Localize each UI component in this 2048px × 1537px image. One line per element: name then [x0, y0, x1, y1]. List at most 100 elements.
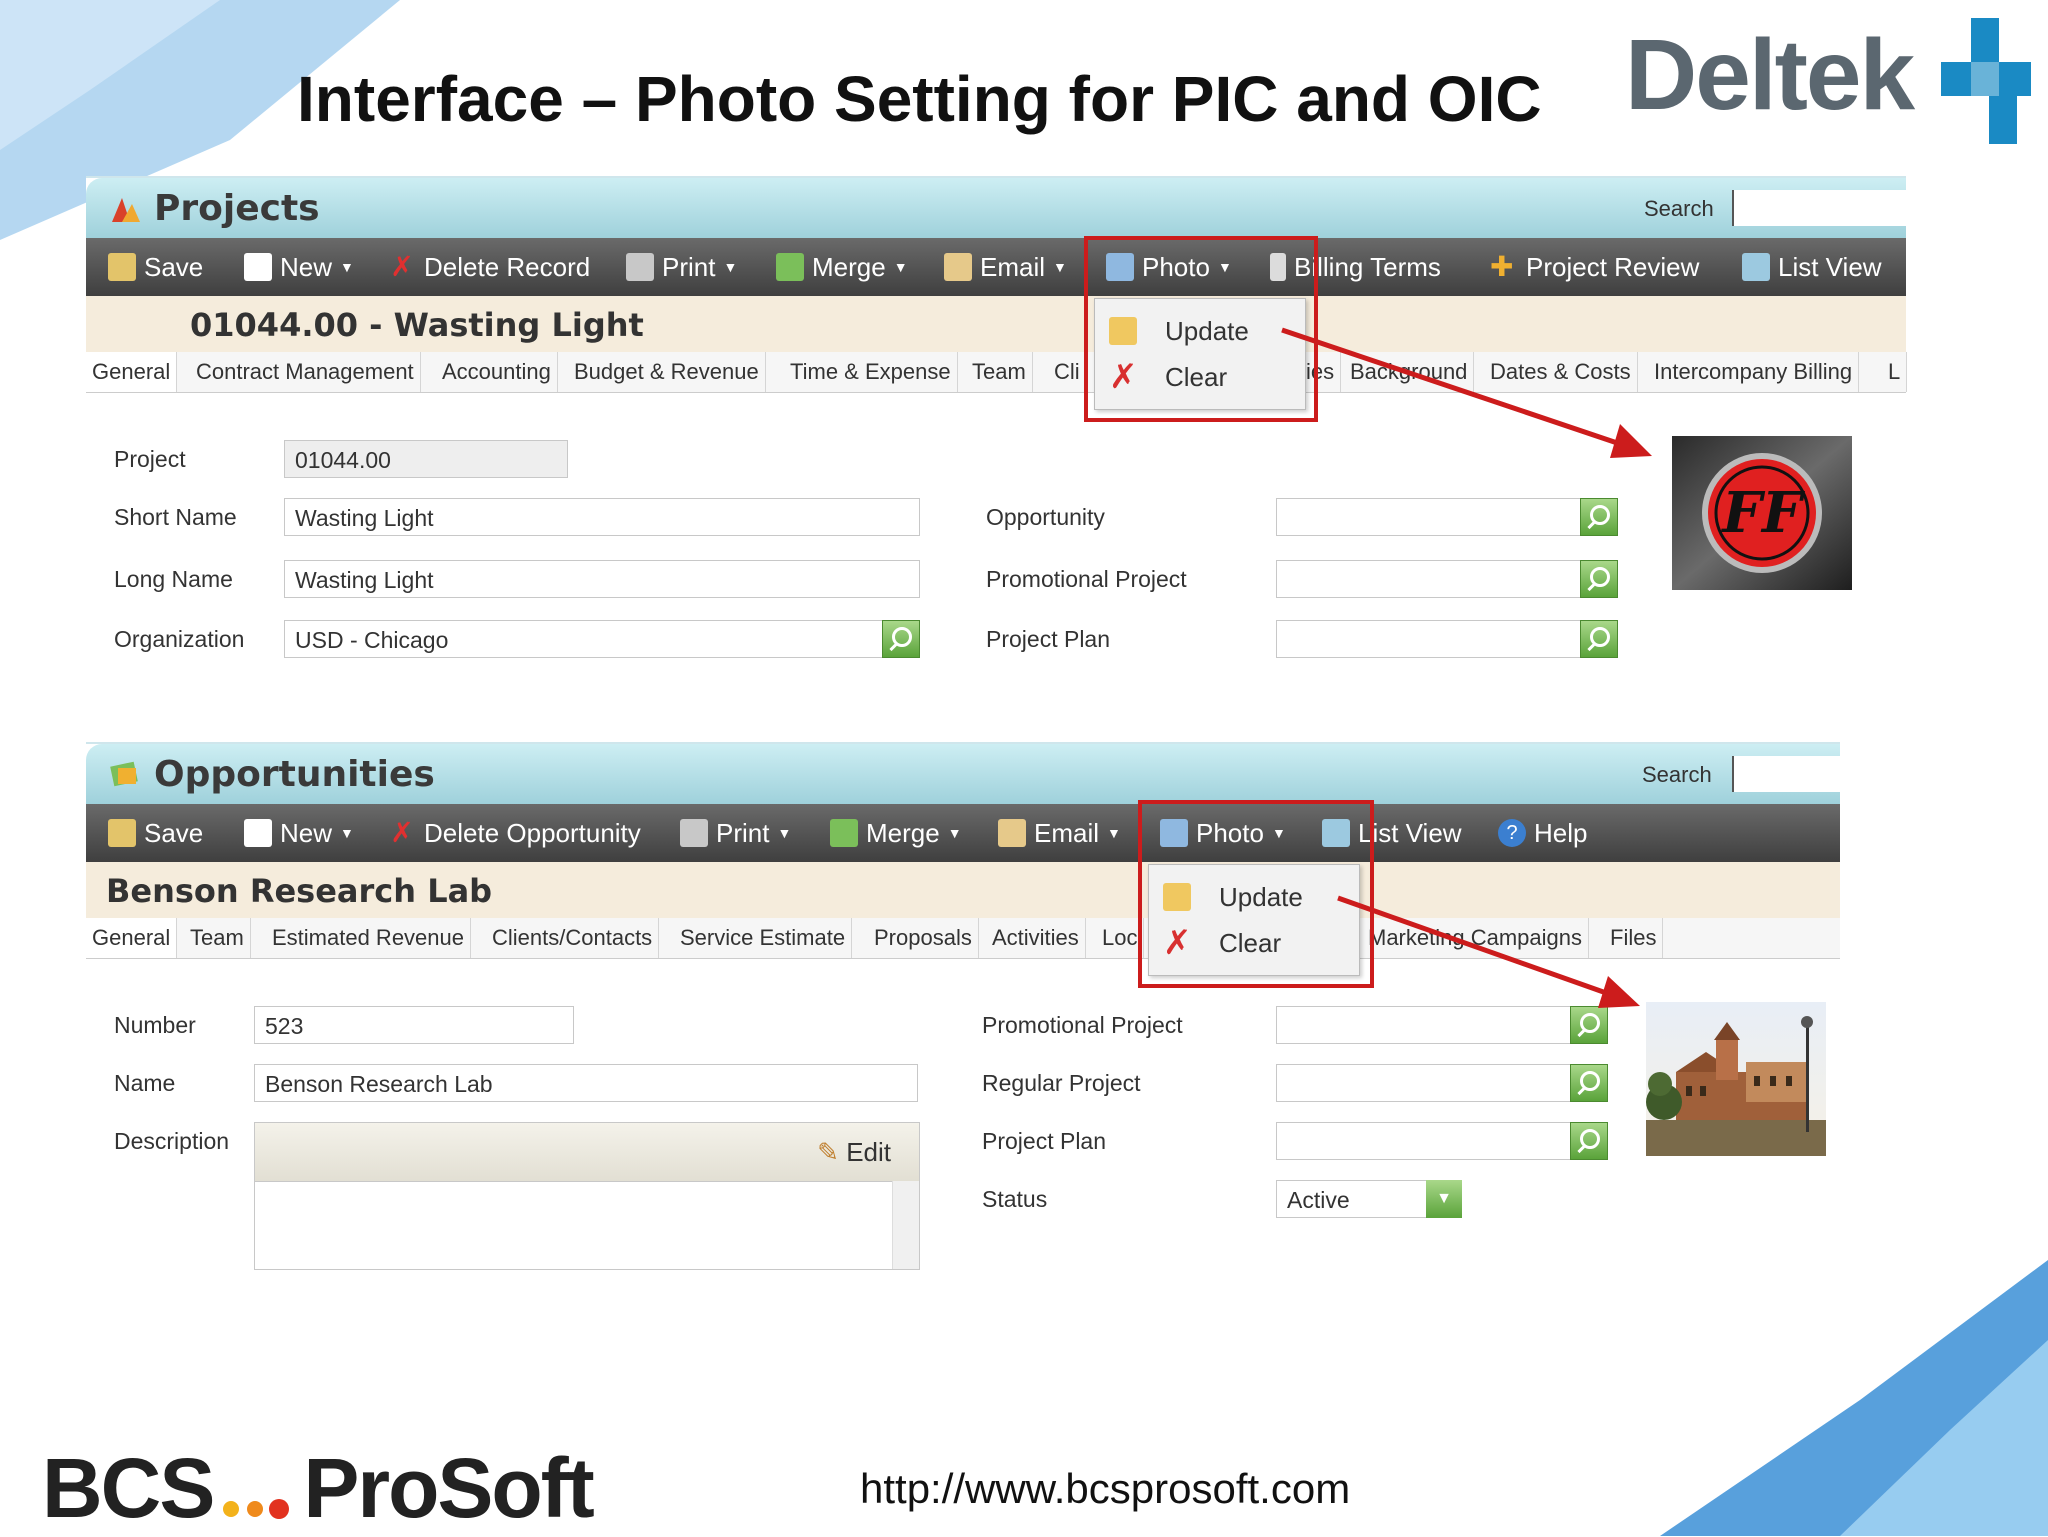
long-name-field[interactable]: Wasting Light	[284, 560, 920, 598]
project-photo: FF	[1672, 436, 1852, 590]
pencil-icon: ✎	[817, 1137, 839, 1167]
organization-label: Organization	[114, 626, 245, 652]
tab-clients-contacts[interactable]: Clients/Contacts	[486, 918, 660, 958]
tab-more[interactable]: L	[1882, 352, 1908, 392]
chevron-down-icon: ▼	[723, 259, 738, 275]
new-button[interactable]: New ▼	[244, 816, 354, 850]
name-field[interactable]: Benson Research Lab	[254, 1064, 918, 1102]
save-icon	[108, 819, 136, 847]
email-icon	[944, 253, 972, 281]
tab-accounting[interactable]: Accounting	[436, 352, 558, 392]
project-plan-label: Project Plan	[982, 1128, 1107, 1154]
review-icon: ✚	[1490, 251, 1514, 282]
email-button[interactable]: Email ▼	[998, 816, 1121, 850]
regular-project-field[interactable]	[1276, 1064, 1572, 1102]
project-field[interactable]: 01044.00	[284, 440, 568, 478]
record-title: 01044.00 - Wasting Light	[190, 306, 644, 344]
tab-team[interactable]: Team	[966, 352, 1033, 392]
merge-button[interactable]: Merge ▼	[830, 816, 962, 850]
help-button[interactable]: ? Help	[1498, 816, 1587, 850]
tab-estimated-revenue[interactable]: Estimated Revenue	[266, 918, 471, 958]
tab-team[interactable]: Team	[184, 918, 251, 958]
tab-budget-revenue[interactable]: Budget & Revenue	[568, 352, 766, 392]
tab-proposals[interactable]: Proposals	[868, 918, 979, 958]
new-document-icon	[244, 253, 272, 281]
opportunities-icon	[110, 761, 138, 787]
organization-field[interactable]: USD - Chicago	[284, 620, 884, 658]
deltek-logo: Deltek	[1625, 18, 2031, 148]
description-toolbar: ✎ Edit	[255, 1123, 919, 1182]
project-plan-field[interactable]	[1276, 1122, 1572, 1160]
merge-icon	[830, 819, 858, 847]
tab-contract-management[interactable]: Contract Management	[190, 352, 421, 392]
tab-clients[interactable]: Cli	[1048, 352, 1087, 392]
logo-dots-icon	[213, 1487, 303, 1519]
delete-opportunity-button[interactable]: ✗ Delete Opportunity	[388, 816, 641, 850]
delete-record-button[interactable]: ✗ Delete Record	[388, 250, 590, 284]
chevron-down-icon: ▼	[893, 259, 908, 275]
promotional-project-field[interactable]	[1276, 560, 1582, 598]
status-dropdown-button[interactable]: ▼	[1426, 1180, 1462, 1218]
project-plan-label: Project Plan	[986, 626, 1111, 652]
record-title: Benson Research Lab	[106, 872, 493, 910]
delete-icon: ✗	[390, 817, 414, 848]
print-icon	[680, 819, 708, 847]
chevron-down-icon: ▼	[340, 825, 354, 841]
tab-time-expense[interactable]: Time & Expense	[784, 352, 958, 392]
bcs-prosoft-logo: BCS ProSoft	[42, 1440, 595, 1537]
projects-icon	[112, 198, 140, 222]
opportunity-field[interactable]	[1276, 498, 1582, 536]
slide-title: Interface – Photo Setting for PIC and OI…	[297, 63, 1542, 135]
short-name-field[interactable]: Wasting Light	[284, 498, 920, 536]
merge-icon	[776, 253, 804, 281]
project-label: Project	[114, 446, 186, 472]
print-button[interactable]: Print ▼	[626, 250, 737, 284]
bcs-logo-text-a: BCS	[42, 1441, 215, 1535]
description-scrollbar[interactable]	[892, 1181, 919, 1269]
edit-button[interactable]: ✎ Edit	[817, 1137, 891, 1168]
opportunity-photo	[1646, 1002, 1826, 1156]
number-field[interactable]: 523	[254, 1006, 574, 1044]
corner-decoration-bottom-right	[1660, 1260, 2048, 1536]
search-input[interactable]	[1732, 190, 1908, 226]
description-editor[interactable]: ✎ Edit	[254, 1122, 920, 1270]
regular-project-lookup-button[interactable]	[1570, 1064, 1608, 1102]
promotional-project-label: Promotional Project	[986, 566, 1187, 592]
number-label: Number	[114, 1012, 196, 1038]
save-icon	[108, 253, 136, 281]
print-icon	[626, 253, 654, 281]
name-label: Name	[114, 1070, 176, 1096]
project-review-button[interactable]: ✚ Project Review	[1490, 250, 1699, 284]
tab-activities[interactable]: Activities	[986, 918, 1086, 958]
new-button[interactable]: New ▼	[244, 250, 354, 284]
print-button[interactable]: Print ▼	[680, 816, 791, 850]
opportunity-label: Opportunity	[986, 504, 1105, 530]
search-label: Search	[1644, 196, 1714, 221]
status-select[interactable]: Active	[1276, 1180, 1428, 1218]
organization-lookup-button[interactable]	[882, 620, 920, 658]
opportunities-arrow	[1337, 895, 1640, 1008]
footer-url[interactable]: http://www.bcsprosoft.com	[860, 1465, 1350, 1513]
promotional-project-lookup-button[interactable]	[1580, 560, 1618, 598]
tab-general[interactable]: General	[86, 352, 178, 392]
tab-service-estimate[interactable]: Service Estimate	[674, 918, 853, 958]
save-button[interactable]: Save	[108, 816, 203, 850]
project-plan-field[interactable]	[1276, 620, 1582, 658]
project-plan-lookup-button[interactable]	[1570, 1122, 1608, 1160]
project-plan-lookup-button[interactable]	[1580, 620, 1618, 658]
email-button[interactable]: Email ▼	[944, 250, 1067, 284]
chevron-down-icon: ▼	[1053, 259, 1067, 275]
tab-general[interactable]: General	[86, 918, 178, 958]
opportunity-lookup-button[interactable]	[1580, 498, 1618, 536]
delete-icon: ✗	[390, 251, 414, 282]
search-input[interactable]	[1732, 756, 1842, 792]
save-button[interactable]: Save	[108, 250, 203, 284]
deltek-logo-text: Deltek	[1625, 19, 1915, 131]
list-view-button[interactable]: List View	[1742, 250, 1882, 284]
merge-button[interactable]: Merge ▼	[776, 250, 908, 284]
chevron-down-icon: ▼	[1436, 1190, 1452, 1207]
opportunities-header: Opportunities Search	[86, 744, 1842, 804]
regular-project-label: Regular Project	[982, 1070, 1141, 1096]
projects-toolbar: Save New ▼ ✗ Delete Record Print ▼ Merge…	[86, 238, 1906, 296]
chevron-down-icon: ▼	[947, 825, 962, 841]
